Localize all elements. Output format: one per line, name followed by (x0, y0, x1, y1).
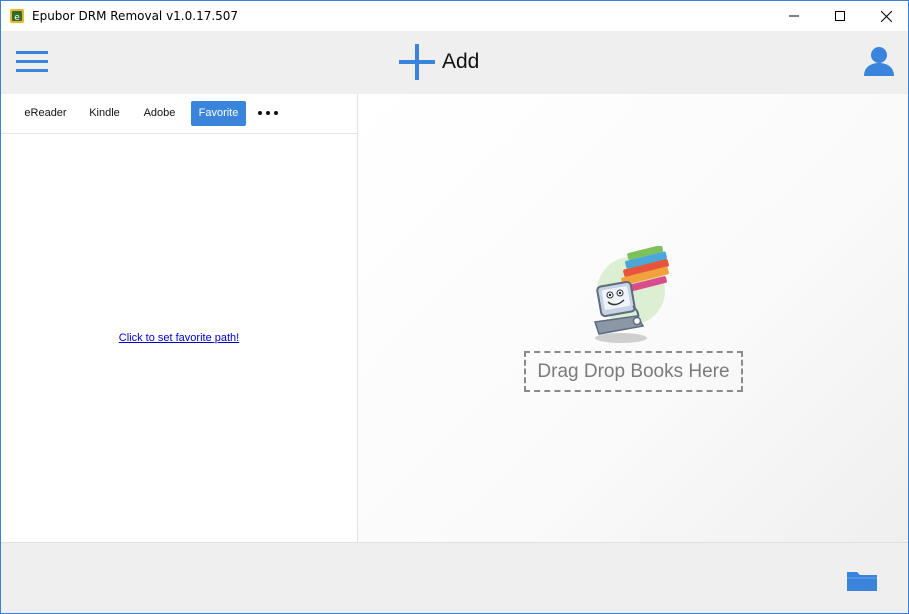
title-bar: e Epubor DRM Removal v1.0.17.507 (1, 1, 908, 31)
add-label: Add (442, 50, 480, 73)
plus-icon (399, 44, 435, 80)
add-button[interactable]: Add (399, 43, 489, 81)
books-laptop-illustration-icon (594, 246, 669, 343)
app-window: e Epubor DRM Removal v1.0.17.507 Add eRe… (0, 0, 909, 614)
more-dots-icon (258, 111, 278, 115)
svg-text:e: e (14, 13, 20, 23)
drop-area-panel: Drag Drop Books Here (358, 94, 908, 542)
window-title: Epubor DRM Removal v1.0.17.507 (32, 9, 239, 23)
close-icon (880, 10, 892, 22)
tab-kindle[interactable]: Kindle (82, 101, 127, 126)
drag-drop-zone[interactable]: Drag Drop Books Here (524, 351, 743, 392)
maximize-icon (835, 11, 845, 21)
user-icon (864, 47, 894, 76)
tab-ereader[interactable]: eReader (17, 101, 74, 126)
minimize-icon (789, 15, 799, 17)
bottom-bar (1, 542, 908, 613)
minimize-button[interactable] (771, 1, 817, 31)
maximize-button[interactable] (817, 1, 863, 31)
tab-adobe[interactable]: Adobe (134, 101, 185, 126)
more-tabs-button[interactable] (254, 103, 282, 123)
open-output-folder-button[interactable] (846, 569, 878, 593)
user-account-button[interactable] (863, 45, 895, 77)
source-tabs: eReader Kindle Adobe Favorite (1, 94, 357, 134)
hamburger-menu-icon (16, 51, 48, 72)
menu-button[interactable] (16, 48, 48, 76)
app-logo-icon: e (10, 9, 24, 23)
main-toolbar: Add (1, 31, 908, 94)
tab-favorite[interactable]: Favorite (191, 101, 246, 126)
folder-icon (847, 572, 877, 591)
set-favorite-path-link[interactable]: Click to set favorite path! (1, 332, 357, 344)
source-panel: eReader Kindle Adobe Favorite Click to s… (1, 94, 358, 542)
close-button[interactable] (863, 1, 908, 31)
